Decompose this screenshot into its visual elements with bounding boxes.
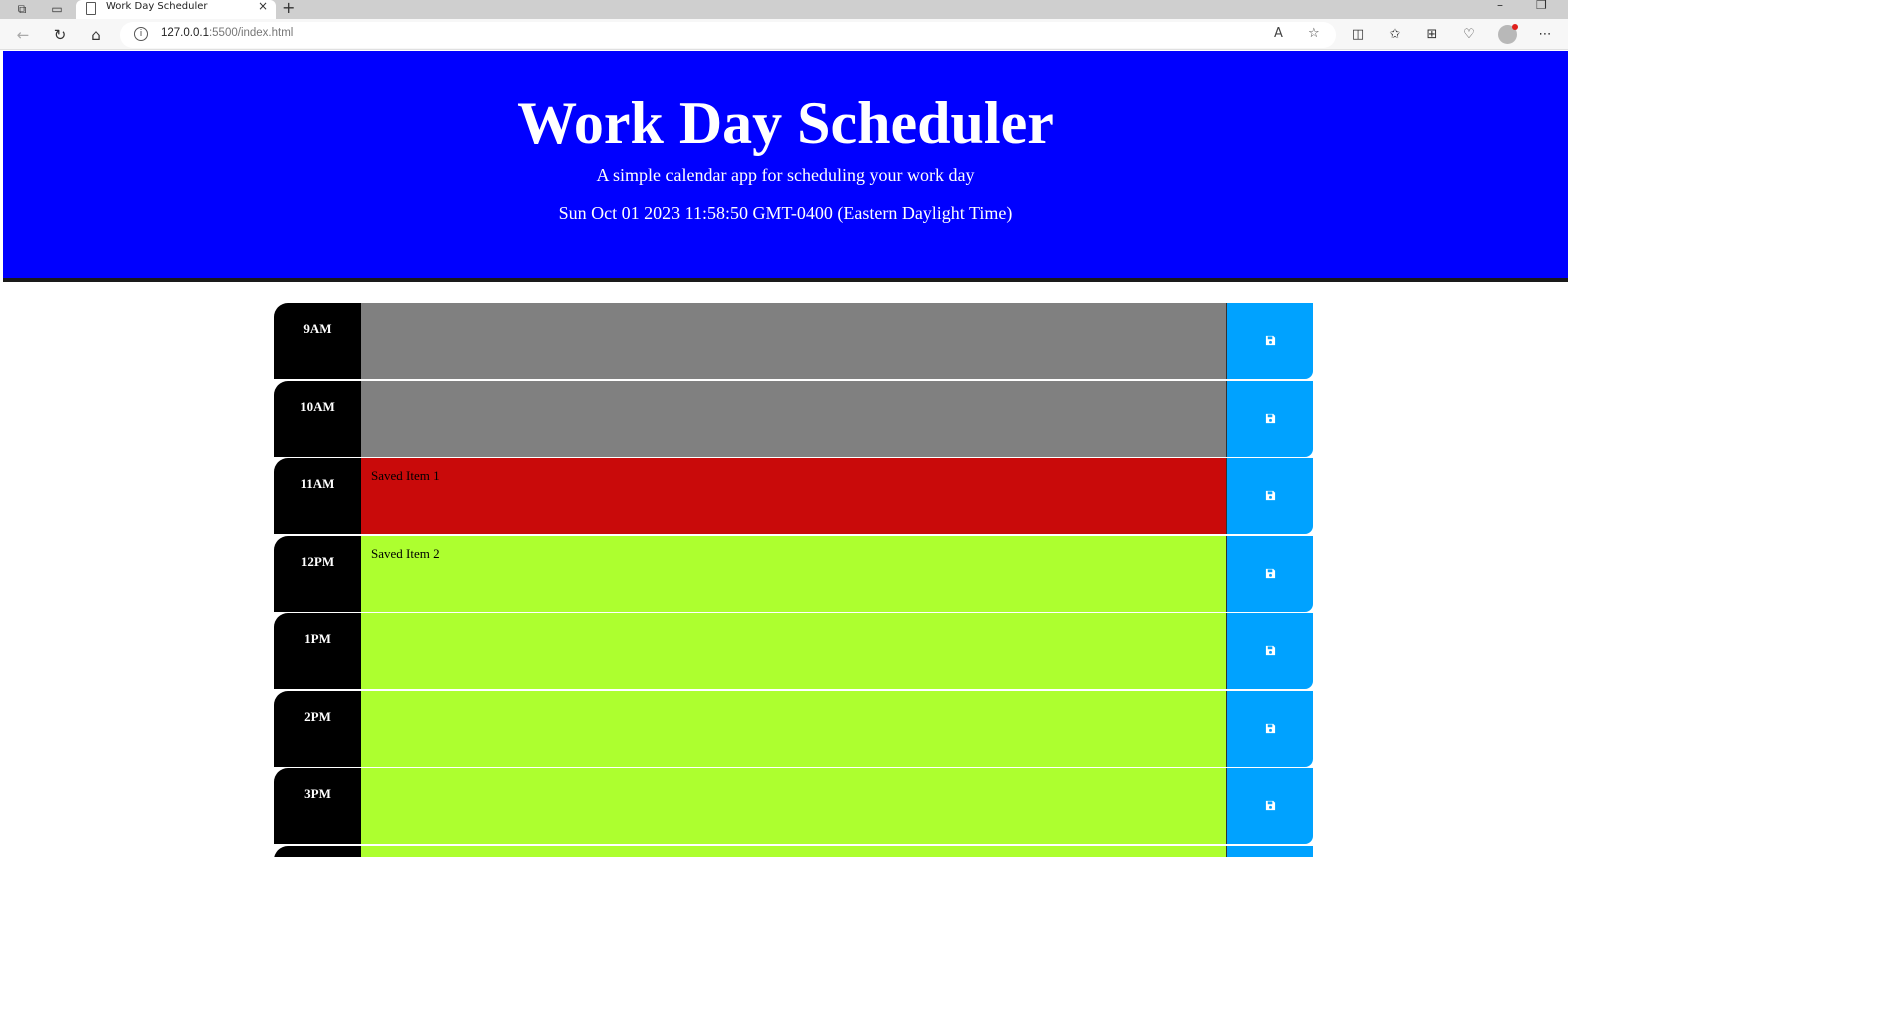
favorites-icon[interactable]: ✩: [1386, 26, 1404, 44]
address-bar[interactable]: i 127.0.0.1:5500/index.html A ☆: [120, 22, 1336, 48]
hour-label: 9AM: [274, 303, 361, 379]
timeblock-row: 12PM Saved Item 2: [274, 535, 1313, 614]
floppy-disk-icon: [1265, 413, 1276, 423]
favorite-star-icon[interactable]: ☆: [1308, 26, 1320, 41]
event-description-input[interactable]: [361, 380, 1227, 457]
floppy-disk-icon: [1265, 723, 1276, 733]
save-button[interactable]: [1227, 535, 1313, 612]
hour-label: 12PM: [274, 535, 361, 612]
save-button[interactable]: [1227, 380, 1313, 457]
floppy-disk-icon: [1265, 568, 1276, 578]
tab-actions-icon[interactable]: ▭: [49, 1, 65, 17]
event-description-input[interactable]: Saved Item 2: [361, 535, 1227, 612]
restore-icon[interactable]: ❐: [1536, 0, 1547, 12]
timeblock-row: 2PM: [274, 690, 1313, 769]
hour-label: 1PM: [274, 613, 361, 689]
timeblock-row: 1PM: [274, 613, 1313, 691]
close-tab-icon[interactable]: ×: [258, 0, 268, 13]
hour-label: [274, 845, 361, 857]
event-description-input[interactable]: [361, 690, 1227, 767]
floppy-disk-icon: [1265, 335, 1276, 346]
new-tab-icon[interactable]: +: [282, 0, 295, 17]
event-description-input[interactable]: Saved Item 1: [361, 458, 1227, 534]
browser-tab[interactable]: Work Day Scheduler ×: [76, 0, 276, 19]
timeblock-list: 9AM 10AM 11AM Saved Item 1 12PM Saved Item 21…: [274, 303, 1313, 857]
save-button[interactable]: [1227, 845, 1313, 857]
save-button[interactable]: [1227, 303, 1313, 379]
timeblock-row: 3PM: [274, 768, 1313, 846]
floppy-disk-icon: [1265, 490, 1276, 501]
event-description-input[interactable]: [361, 613, 1227, 689]
page-icon: [86, 2, 96, 15]
timeblock-row: [274, 845, 1313, 857]
save-button[interactable]: [1227, 458, 1313, 534]
url-text[interactable]: 127.0.0.1:5500/index.html: [161, 27, 293, 39]
event-description-input[interactable]: [361, 303, 1227, 379]
read-aloud-icon[interactable]: A: [1274, 26, 1283, 41]
minimize-icon[interactable]: –: [1497, 0, 1503, 12]
save-button[interactable]: [1227, 613, 1313, 689]
header-jumbotron: Work Day Scheduler A simple calendar app…: [3, 51, 1568, 282]
refresh-icon[interactable]: ↻: [50, 25, 70, 45]
save-button[interactable]: [1227, 768, 1313, 844]
event-description-input[interactable]: [361, 768, 1227, 844]
page-lead: A simple calendar app for scheduling you…: [596, 165, 975, 185]
site-info-icon[interactable]: i: [134, 27, 148, 41]
timeblock-row: 10AM: [274, 380, 1313, 459]
browser-toolbar: ← ↻ ⌂ i 127.0.0.1:5500/index.html A ☆ ◫ …: [0, 19, 1568, 50]
timeblock-row: 9AM: [274, 303, 1313, 381]
timeblock-row: 11AM Saved Item 1: [274, 458, 1313, 536]
event-description-input[interactable]: [361, 845, 1227, 857]
page-content: Work Day Scheduler A simple calendar app…: [0, 51, 1568, 857]
notification-dot: [1512, 24, 1518, 30]
split-screen-icon[interactable]: ◫: [1349, 26, 1367, 44]
workspaces-icon[interactable]: ⧉: [14, 1, 30, 17]
floppy-disk-icon: [1265, 800, 1276, 811]
hour-label: 10AM: [274, 380, 361, 457]
save-button[interactable]: [1227, 690, 1313, 767]
hour-label: 3PM: [274, 768, 361, 844]
extensions-icon[interactable]: ♡: [1460, 26, 1478, 44]
hour-label: 2PM: [274, 690, 361, 767]
page-title: Work Day Scheduler: [517, 90, 1054, 156]
tab-title: Work Day Scheduler: [106, 1, 208, 12]
collections-icon[interactable]: ⊞: [1423, 26, 1441, 44]
hour-label: 11AM: [274, 458, 361, 534]
back-icon[interactable]: ←: [13, 25, 33, 45]
browser-tab-strip: ⧉ ▭ Work Day Scheduler × + – ❐: [0, 0, 1568, 19]
floppy-disk-icon: [1265, 645, 1276, 656]
home-icon[interactable]: ⌂: [86, 25, 106, 45]
current-day: Sun Oct 01 2023 11:58:50 GMT-0400 (Easte…: [558, 203, 1013, 223]
more-options-icon[interactable]: ⋯: [1536, 26, 1554, 44]
profile-avatar[interactable]: [1498, 24, 1518, 44]
